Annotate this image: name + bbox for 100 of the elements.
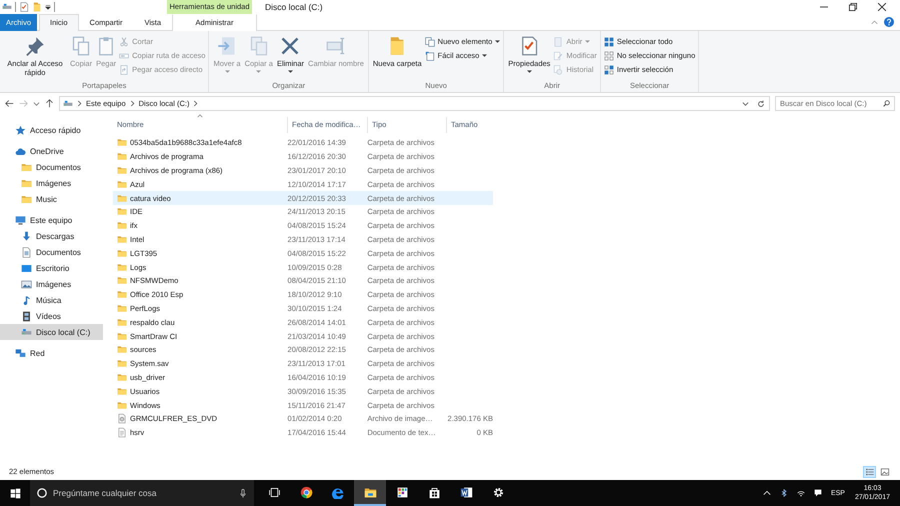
help-icon[interactable] <box>884 17 894 27</box>
picture-icon <box>21 278 32 290</box>
nav-item[interactable]: Acceso rápido <box>0 122 103 138</box>
document-icon <box>21 246 32 258</box>
network-icon <box>15 348 26 358</box>
close-icon[interactable] <box>878 3 886 11</box>
disc-file-icon <box>117 413 127 424</box>
caret-icon <box>224 70 230 74</box>
pin-icon <box>25 36 45 56</box>
cloud-icon <box>15 146 26 156</box>
caret-icon <box>256 70 262 74</box>
chevron-down-icon[interactable] <box>742 100 749 107</box>
wifi-icon[interactable] <box>796 489 805 497</box>
taskbar-app-button[interactable] <box>354 480 386 506</box>
folder-icon <box>117 372 127 383</box>
folder-icon <box>117 234 127 245</box>
history-icon <box>553 64 564 74</box>
folder-icon <box>21 194 32 204</box>
nav-item[interactable]: OneDrive <box>0 143 103 159</box>
shopping-bag-icon <box>428 486 440 498</box>
back-arrow-icon[interactable] <box>5 99 14 108</box>
download-icon <box>21 230 32 242</box>
folder-icon <box>117 386 127 397</box>
folder-icon <box>117 275 127 286</box>
invert-selection-icon <box>604 64 614 74</box>
chevron-up-icon[interactable] <box>762 489 771 497</box>
folder-icon <box>117 289 127 300</box>
open-icon <box>553 36 564 46</box>
shortcut-icon <box>119 64 130 74</box>
properties-icon[interactable] <box>19 2 29 12</box>
chevron-right-icon[interactable] <box>193 100 198 107</box>
delete-icon <box>280 36 300 56</box>
nav-item[interactable]: Red <box>0 345 103 361</box>
properties-icon <box>519 36 540 56</box>
select-none-icon <box>604 50 614 60</box>
chevron-right-icon[interactable] <box>77 100 82 107</box>
details-view-icon <box>864 466 874 476</box>
drive-icon <box>63 98 73 108</box>
refresh-icon[interactable] <box>757 100 765 108</box>
folder-icon <box>117 262 127 273</box>
search-icon <box>883 100 890 107</box>
taskbar-search-field[interactable]: Pregúntame cualquier cosa <box>53 488 234 498</box>
caret-icon[interactable] <box>45 4 51 10</box>
folder-icon <box>117 358 127 370</box>
nav-item[interactable]: Este equipo <box>0 212 103 228</box>
bluetooth-icon[interactable] <box>780 489 788 497</box>
circle-icon <box>37 488 47 498</box>
folder-icon <box>21 162 32 172</box>
folder-icon <box>117 400 127 411</box>
nav-item[interactable]: Vídeos <box>0 308 103 324</box>
up-arrow-icon[interactable] <box>45 99 54 108</box>
nav-item[interactable]: Música <box>0 292 103 308</box>
nav-item[interactable]: Imágenes <box>0 276 103 292</box>
grid-icon <box>396 486 408 498</box>
folder-icon <box>117 316 127 328</box>
drive-icon <box>21 326 32 338</box>
rename-icon <box>326 36 346 56</box>
star-icon <box>15 124 26 136</box>
windows-logo-icon <box>10 488 20 498</box>
chevron-down-icon[interactable] <box>33 100 40 107</box>
notification-icon[interactable] <box>814 489 822 497</box>
folder-icon <box>117 137 127 148</box>
folder-icon <box>364 486 376 498</box>
folder-icon <box>117 151 127 162</box>
scissors-icon <box>119 36 130 46</box>
microphone-icon <box>240 488 246 498</box>
folder-icon <box>117 206 127 218</box>
nav-item[interactable]: Imágenes <box>0 175 103 191</box>
folder-icon <box>117 192 127 204</box>
folder-icon <box>117 178 127 190</box>
music-note-icon <box>21 294 32 306</box>
easy-access-icon <box>424 50 435 60</box>
caret-icon <box>495 40 500 44</box>
desktop-icon <box>21 262 32 274</box>
folder-icon <box>21 178 32 188</box>
caret-icon <box>585 40 590 44</box>
nav-item[interactable]: Descargas <box>0 228 103 244</box>
drive-icon[interactable] <box>2 2 12 12</box>
large-icons-view-icon <box>880 466 890 476</box>
copy-to-icon <box>248 36 269 56</box>
film-icon <box>21 310 32 322</box>
view-button[interactable] <box>863 466 876 478</box>
nav-item[interactable]: Music <box>0 191 103 207</box>
view-button[interactable] <box>878 466 891 478</box>
chrome-icon <box>300 486 312 498</box>
chevron-right-icon[interactable] <box>130 100 135 107</box>
word-document-icon <box>460 486 472 498</box>
taskbar-search-box[interactable]: Pregúntame cualquier cosa <box>30 480 254 506</box>
edge-icon <box>332 486 344 498</box>
nav-item[interactable]: Documentos <box>0 244 103 260</box>
folder-icon <box>117 248 127 259</box>
collapse-ribbon-icon[interactable] <box>871 18 878 26</box>
restore-icon[interactable] <box>849 3 857 11</box>
nav-item[interactable]: Documentos <box>0 159 103 175</box>
caret-icon <box>288 70 293 74</box>
settings-icon <box>492 486 504 498</box>
nav-item[interactable]: Disco local (C:) <box>0 324 103 340</box>
move-icon <box>217 36 238 56</box>
nav-item[interactable]: Escritorio <box>0 260 103 276</box>
new-item-icon <box>424 36 435 46</box>
